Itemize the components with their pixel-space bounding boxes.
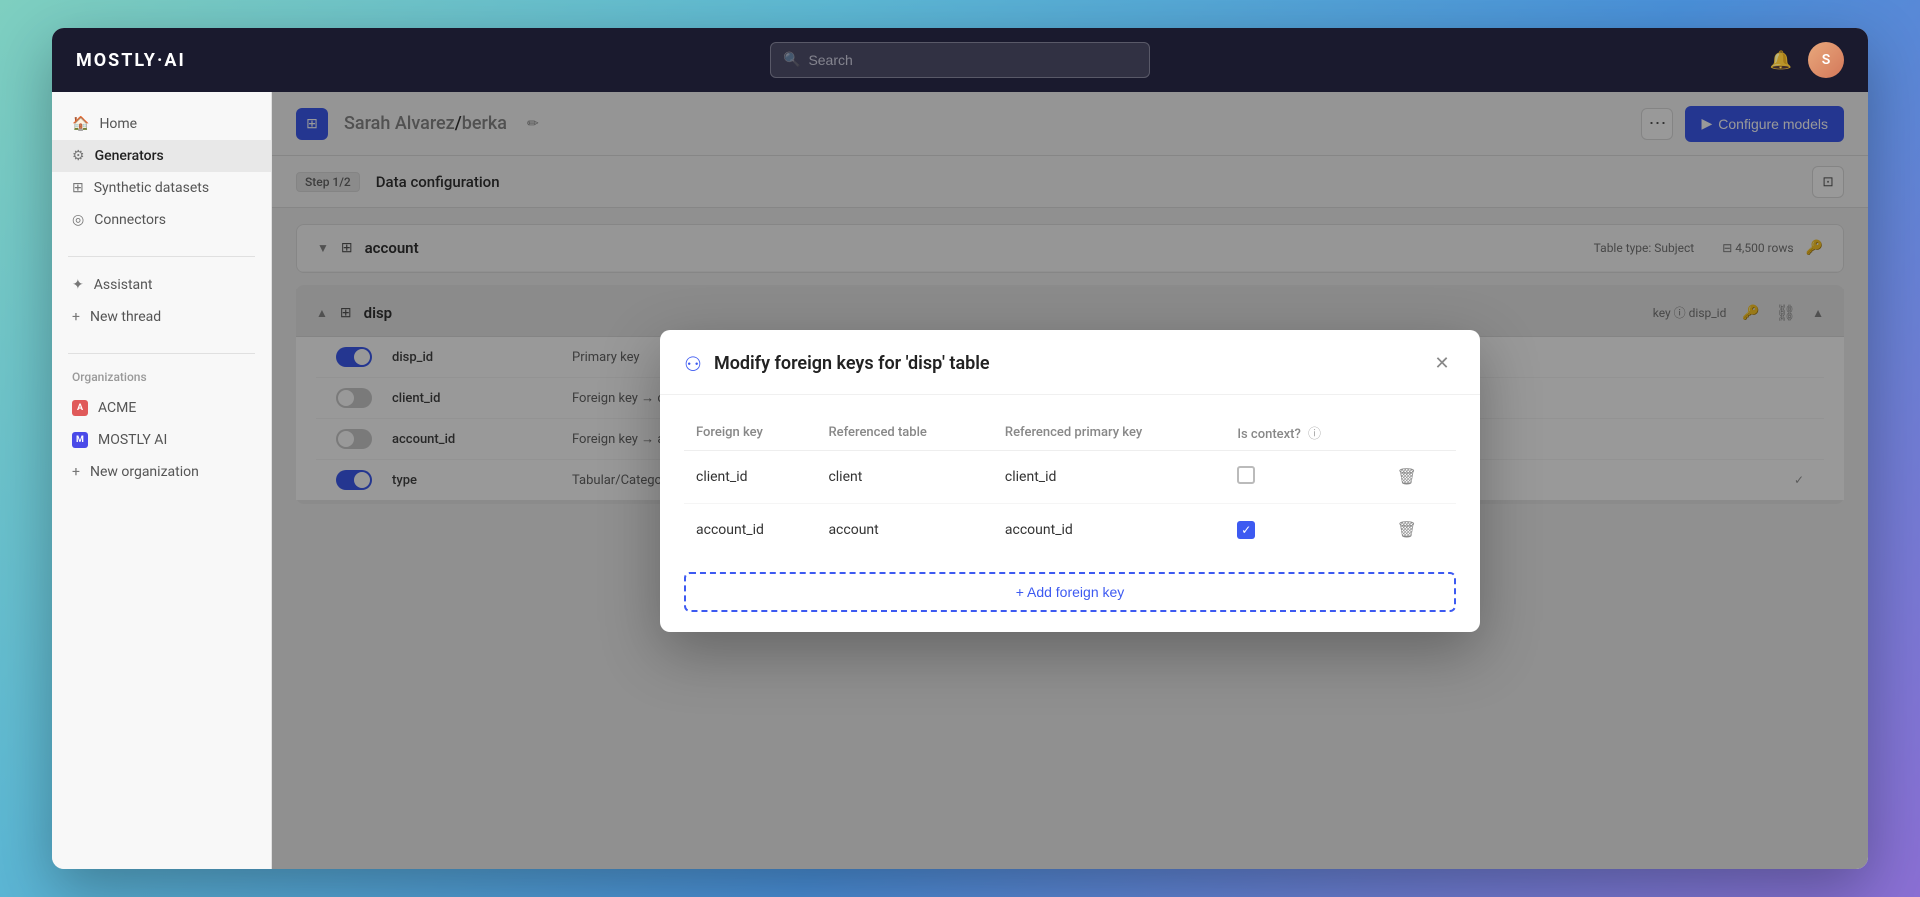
search-input[interactable] bbox=[808, 52, 1137, 68]
app-logo: MOSTLY·AI bbox=[76, 50, 186, 71]
fk-cell-foreign-key: client_id bbox=[684, 450, 816, 503]
content-area: ⊞ Sarah Alvarez/berka ✏ ⋯ ▶ Configure mo… bbox=[272, 92, 1868, 869]
sidebar-item-label: Generators bbox=[95, 148, 164, 164]
main-layout: 🏠 Home ⚙ Generators ⊞ Synthetic datasets… bbox=[52, 92, 1868, 869]
foreign-keys-table: Foreign key Referenced table Referenced … bbox=[684, 415, 1456, 556]
topbar-right: 🔔 S bbox=[1770, 42, 1844, 78]
modal-close-button[interactable]: ✕ bbox=[1428, 350, 1456, 378]
modal-overlay[interactable]: ⚇ Modify foreign keys for 'disp' table ✕… bbox=[272, 92, 1868, 869]
sidebar-divider-1 bbox=[68, 256, 255, 257]
sidebar-item-label: New thread bbox=[90, 309, 161, 325]
sidebar-item-acme[interactable]: A ACME bbox=[52, 392, 271, 424]
modal-body: Foreign key Referenced table Referenced … bbox=[660, 395, 1480, 632]
fk-cell-is-context bbox=[1225, 450, 1380, 503]
mostly-ai-org-dot: M bbox=[72, 432, 88, 448]
sidebar-item-new-thread[interactable]: + New thread bbox=[52, 301, 271, 333]
delete-fk-account-button[interactable]: 🗑 bbox=[1393, 516, 1421, 544]
fk-cell-referenced-table: client bbox=[816, 450, 992, 503]
fk-cell-primary-key: client_id bbox=[993, 450, 1225, 503]
notification-icon[interactable]: 🔔 bbox=[1770, 50, 1792, 71]
checkbox-account-context[interactable]: ✓ bbox=[1237, 521, 1255, 539]
col-header-foreign-key: Foreign key bbox=[684, 415, 816, 451]
datasets-icon: ⊞ bbox=[72, 180, 84, 196]
sidebar-item-label: Synthetic datasets bbox=[94, 180, 209, 196]
assistant-icon: ✦ bbox=[72, 277, 84, 293]
search-bar[interactable]: 🔍 bbox=[770, 42, 1150, 78]
sidebar-item-assistant[interactable]: ✦ Assistant bbox=[52, 269, 271, 301]
sidebar-item-label: Assistant bbox=[94, 277, 153, 293]
plus-icon: + bbox=[72, 309, 80, 325]
acme-org-dot: A bbox=[72, 400, 88, 416]
sidebar-assistant-section: ✦ Assistant + New thread bbox=[52, 269, 271, 333]
organizations-label: Organizations bbox=[52, 366, 271, 392]
modal-title: Modify foreign keys for 'disp' table bbox=[714, 353, 990, 374]
fk-row-client: client_id client client_id 🗑 bbox=[684, 450, 1456, 503]
sidebar-item-label: Connectors bbox=[94, 212, 166, 228]
fk-cell-referenced-table: account bbox=[816, 503, 992, 556]
sidebar-item-label: MOSTLY AI bbox=[98, 432, 167, 448]
sidebar-item-connectors[interactable]: ◎ Connectors bbox=[52, 204, 271, 236]
sidebar-item-label: New organization bbox=[90, 464, 199, 480]
col-header-referenced-primary-key: Referenced primary key bbox=[993, 415, 1225, 451]
sidebar-item-mostly-ai[interactable]: M MOSTLY AI bbox=[52, 424, 271, 456]
col-header-is-context: Is context? ⓘ bbox=[1225, 415, 1380, 451]
modal-header: ⚇ Modify foreign keys for 'disp' table ✕ bbox=[660, 330, 1480, 395]
fk-row-account: account_id account account_id ✓ 🗑 bbox=[684, 503, 1456, 556]
sidebar-divider-2 bbox=[68, 353, 255, 354]
topbar: MOSTLY·AI 🔍 🔔 S bbox=[52, 28, 1868, 92]
sidebar-item-label: ACME bbox=[98, 400, 136, 416]
connectors-icon: ◎ bbox=[72, 212, 84, 228]
sidebar-orgs-section: A ACME M MOSTLY AI + New organization bbox=[52, 392, 271, 488]
sidebar: 🏠 Home ⚙ Generators ⊞ Synthetic datasets… bbox=[52, 92, 272, 869]
sidebar-item-label: Home bbox=[99, 116, 137, 132]
new-org-plus-icon: + bbox=[72, 464, 80, 480]
sidebar-nav-section: 🏠 Home ⚙ Generators ⊞ Synthetic datasets… bbox=[52, 108, 271, 236]
sidebar-item-generators[interactable]: ⚙ Generators bbox=[52, 140, 271, 172]
fk-cell-foreign-key: account_id bbox=[684, 503, 816, 556]
fk-cell-primary-key: account_id bbox=[993, 503, 1225, 556]
home-icon: 🏠 bbox=[72, 116, 89, 132]
sidebar-item-synthetic-datasets[interactable]: ⊞ Synthetic datasets bbox=[52, 172, 271, 204]
app-window: MOSTLY·AI 🔍 🔔 S 🏠 Home ⚙ Generators bbox=[52, 28, 1868, 869]
avatar[interactable]: S bbox=[1808, 42, 1844, 78]
modal-icon: ⚇ bbox=[684, 352, 702, 376]
delete-fk-client-button[interactable]: 🗑 bbox=[1393, 463, 1421, 491]
checkbox-client-context[interactable] bbox=[1237, 466, 1255, 484]
sidebar-item-new-org[interactable]: + New organization bbox=[52, 456, 271, 488]
search-icon: 🔍 bbox=[783, 52, 800, 68]
sidebar-item-home[interactable]: 🏠 Home bbox=[52, 108, 271, 140]
col-header-referenced-table: Referenced table bbox=[816, 415, 992, 451]
modal-foreign-keys: ⚇ Modify foreign keys for 'disp' table ✕… bbox=[660, 330, 1480, 632]
add-foreign-key-button[interactable]: + Add foreign key bbox=[684, 572, 1456, 612]
info-icon[interactable]: ⓘ bbox=[1308, 427, 1321, 442]
fk-cell-is-context: ✓ bbox=[1225, 503, 1380, 556]
generators-icon: ⚙ bbox=[72, 148, 85, 164]
